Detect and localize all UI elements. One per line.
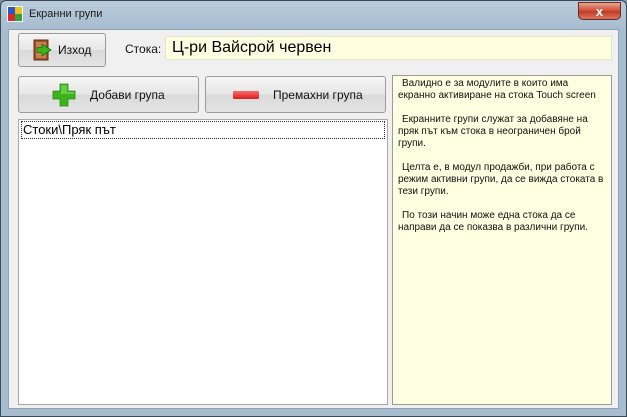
groups-window: Екранни групи x Изход Стока: Ц-ри Вайсро… [0, 0, 627, 417]
remove-group-label: Премахни група [273, 87, 363, 102]
exit-button-label: Изход [58, 43, 92, 57]
item-label: Стока: [125, 42, 162, 56]
add-group-button[interactable]: Добави група [18, 76, 199, 113]
info-paragraph: Екранните групи служат за добавяне на пр… [398, 114, 588, 149]
remove-group-button[interactable]: Премахни група [205, 76, 386, 113]
app-icon [7, 6, 23, 22]
info-panel: Валидно е за модулите в които има екранн… [392, 75, 612, 405]
close-icon: x [595, 3, 604, 19]
info-paragraph: Целта е, в модул продажби, при работа с … [398, 162, 604, 197]
window-title: Екранни групи [29, 8, 103, 20]
close-button[interactable]: x [578, 2, 621, 20]
groups-list[interactable]: Стоки\Пряк път [18, 119, 388, 405]
info-paragraph: По този начин може една стока да се напр… [398, 210, 588, 233]
client-area: Изход Стока: Ц-ри Вайсрой червен Добави … [8, 29, 619, 409]
list-item[interactable]: Стоки\Пряк път [21, 121, 385, 139]
plus-icon [52, 83, 76, 106]
title-bar[interactable]: Екранни групи x [1, 1, 626, 27]
add-group-label: Добави група [90, 87, 165, 102]
minus-icon [233, 90, 259, 99]
exit-button[interactable]: Изход [18, 33, 106, 67]
item-name-field: Ц-ри Вайсрой червен [165, 36, 612, 60]
exit-door-icon [33, 39, 52, 61]
info-paragraph: Валидно е за модулите в които има екранн… [398, 78, 596, 101]
